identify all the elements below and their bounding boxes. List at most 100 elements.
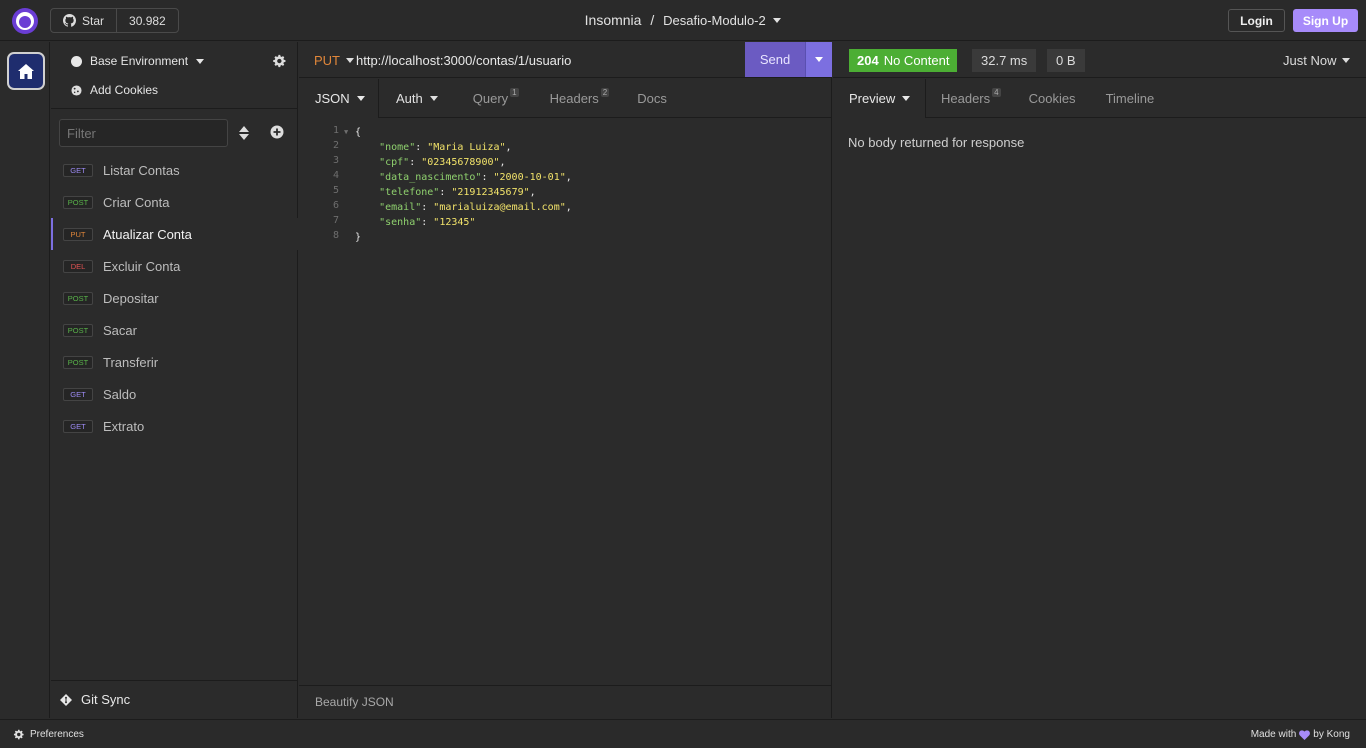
made-with-kong[interactable]: Made with by Kong <box>1251 729 1350 740</box>
response-tabs: Preview Headers 4 Cookies Timeline <box>833 79 1366 118</box>
add-circle-icon[interactable] <box>270 125 284 139</box>
code-line: 7 "senha": "12345" <box>299 215 832 230</box>
headers-count-badge: 2 <box>600 88 610 97</box>
json-value: "02345678900" <box>421 157 500 168</box>
sort-icon[interactable] <box>237 125 251 141</box>
request-label: Saldo <box>103 386 137 402</box>
response-status-bar: 204 No Content 32.7 ms 0 B Just Now <box>833 42 1366 78</box>
add-cookies-button[interactable]: Add Cookies <box>71 83 158 97</box>
send-button[interactable]: Send <box>745 42 805 77</box>
method-badge: POST <box>63 291 93 305</box>
line-number: 8 <box>332 230 339 241</box>
json-value: "2000-10-01" <box>493 172 566 183</box>
tab-headers[interactable]: Headers 2 <box>519 79 610 118</box>
json-key: "cpf" <box>379 157 410 168</box>
fold-arrow-icon[interactable]: ▼ <box>341 125 355 140</box>
code-line: 8 } <box>299 230 832 245</box>
preferences-button[interactable]: Preferences <box>13 729 84 740</box>
request-label: Sacar <box>103 322 137 338</box>
tab-query[interactable]: Query 1 <box>438 79 519 118</box>
tab-docs[interactable]: Docs <box>609 79 667 118</box>
sign-up-button[interactable]: Sign Up <box>1293 9 1358 32</box>
request-item[interactable]: POST Criar Conta <box>51 186 298 218</box>
environment-label: Base Environment <box>90 54 189 68</box>
query-count-badge: 1 <box>510 88 519 97</box>
line-number: 2 <box>332 140 339 151</box>
empty-response-message: No body returned for response <box>848 135 1025 150</box>
github-star-button[interactable]: Star <box>51 9 118 32</box>
status-code: 204 <box>857 53 879 68</box>
login-button[interactable]: Login <box>1228 9 1285 32</box>
divider <box>51 108 298 109</box>
json-comma: , <box>505 142 512 153</box>
github-star-widget[interactable]: Star 30.982 <box>50 8 179 33</box>
json-body-editor[interactable]: 1 ▼ { 2 "nome": "Maria Luiza", 3 "cpf": … <box>299 119 832 679</box>
project-name: Desafio-Modulo-2 <box>663 13 766 28</box>
request-item[interactable]: POST Sacar <box>51 314 298 346</box>
preferences-label: Preferences <box>30 729 84 740</box>
tab-response-headers[interactable]: Headers 4 <box>926 79 1001 118</box>
filter-input[interactable] <box>59 119 228 147</box>
home-button[interactable] <box>7 52 45 90</box>
tab-cookies-label: Cookies <box>1028 91 1076 106</box>
chevron-down-icon <box>356 96 365 101</box>
tab-auth-label: Auth <box>396 91 423 106</box>
code-line: 4 "data_nascimento": "2000-10-01", <box>299 170 832 185</box>
request-item[interactable]: GET Extrato <box>51 410 298 442</box>
tab-timeline[interactable]: Timeline <box>1076 79 1155 118</box>
line-number: 5 <box>332 185 339 196</box>
app-name[interactable]: Insomnia <box>585 12 642 28</box>
code-line: 2 "nome": "Maria Luiza", <box>299 140 832 155</box>
tab-body-label: JSON <box>315 91 350 106</box>
json-value: "12345" <box>433 217 476 228</box>
method-badge: POST <box>63 195 93 209</box>
made-with-suffix: by Kong <box>1313 729 1350 740</box>
insomnia-logo-icon[interactable] <box>12 8 38 34</box>
tab-body[interactable]: JSON <box>299 79 379 118</box>
url-bar: PUT http://localhost:3000/contas/1/usuar… <box>299 42 832 78</box>
chevron-down-icon <box>429 96 438 101</box>
git-icon <box>60 693 72 706</box>
json-value: "21912345679" <box>451 187 530 198</box>
status-badge: 204 No Content <box>849 49 958 72</box>
sidebar: Base Environment Add Cookies GET Listar … <box>51 42 298 718</box>
url-input[interactable]: http://localhost:3000/contas/1/usuario <box>356 53 571 68</box>
tab-cookies[interactable]: Cookies <box>1001 79 1076 118</box>
json-key: "senha" <box>379 217 422 228</box>
json-comma: , <box>499 157 506 168</box>
request-item[interactable]: GET Saldo <box>51 378 298 410</box>
request-label: Transferir <box>103 354 159 370</box>
code-line: 5 "telefone": "21912345679", <box>299 185 832 200</box>
request-pane: PUT http://localhost:3000/contas/1/usuar… <box>299 42 832 718</box>
status-text: No Content <box>883 53 950 68</box>
request-item[interactable]: POST Transferir <box>51 346 298 378</box>
method-dropdown[interactable]: PUT <box>314 53 354 68</box>
project-dropdown[interactable]: Desafio-Modulo-2 <box>663 13 782 28</box>
environment-dropdown[interactable]: Base Environment <box>71 54 205 68</box>
json-key: "email" <box>379 202 422 213</box>
method-badge: DEL <box>63 259 93 273</box>
request-item-active[interactable]: PUT Atualizar Conta <box>51 218 298 250</box>
git-sync-label: Git Sync <box>81 692 131 707</box>
response-history-dropdown[interactable]: Just Now <box>1283 53 1351 68</box>
tab-timeline-label: Timeline <box>1105 91 1155 106</box>
github-star-label: Star <box>82 13 105 28</box>
beautify-json-button[interactable]: Beautify JSON <box>299 685 832 718</box>
method-badge: GET <box>63 163 93 177</box>
chevron-down-icon <box>773 18 782 23</box>
json-key: "data_nascimento" <box>379 172 482 183</box>
request-item[interactable]: GET Listar Contas <box>51 154 298 186</box>
tab-auth[interactable]: Auth <box>379 79 438 118</box>
response-timestamp: Just Now <box>1283 53 1337 68</box>
request-item[interactable]: POST Depositar <box>51 282 298 314</box>
chevron-down-icon <box>902 96 911 101</box>
method-badge: GET <box>63 419 93 433</box>
method-badge: PUT <box>63 227 93 241</box>
request-item[interactable]: DEL Excluir Conta <box>51 250 298 282</box>
send-options-button[interactable] <box>805 42 832 77</box>
response-headers-count-badge: 4 <box>992 88 1001 97</box>
tab-preview[interactable]: Preview <box>833 79 926 118</box>
gear-icon[interactable] <box>272 54 286 68</box>
method-label: PUT <box>314 53 340 68</box>
git-sync-button[interactable]: Git Sync <box>51 680 298 718</box>
